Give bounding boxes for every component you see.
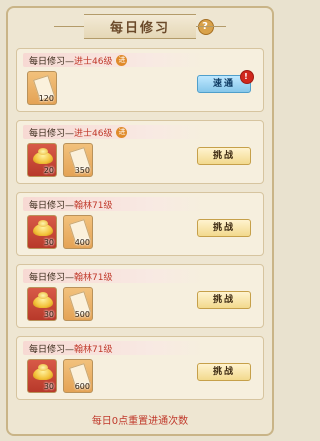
study-card: 每日修习— 进士46级 进 120 速通 !	[16, 48, 264, 112]
card-title: 每日修习—	[29, 200, 75, 211]
reward-item-gold[interactable]: 30	[27, 215, 57, 249]
gold-ingot-icon	[33, 220, 53, 236]
reward-item-gold[interactable]: 30	[27, 287, 57, 321]
study-card: 每日修习— 翰林71级 30 400 挑战	[16, 192, 264, 256]
sweep-button-label: 速通	[212, 79, 235, 89]
card-level: 进士46级	[74, 128, 113, 139]
rank-icon: 进	[116, 126, 128, 138]
reward-item-paper[interactable]: 120	[27, 71, 57, 105]
sweep-button[interactable]: 速通 !	[197, 70, 254, 93]
panel-title-wrap: 每日修习 ?	[8, 13, 272, 39]
challenge-button[interactable]: 挑战	[197, 291, 251, 309]
panel-title-banner: 每日修习 ?	[53, 13, 227, 39]
reward-count: 30	[43, 238, 54, 247]
challenge-button[interactable]: 挑战	[197, 147, 251, 165]
study-card: 每日修习— 翰林71级 30 600 挑战	[16, 336, 264, 400]
gold-ingot-icon	[33, 148, 53, 164]
study-list[interactable]: 每日修习— 进士46级 进 120 速通 ! 每日修习— 进士46级 进 20 …	[16, 48, 264, 408]
card-level: 翰林71级	[74, 272, 113, 283]
reward-count: 20	[43, 166, 54, 175]
card-level: 翰林71级	[74, 344, 113, 355]
card-title: 每日修习—	[29, 56, 75, 67]
card-level: 进士46级	[74, 56, 113, 67]
card-level: 翰林71级	[74, 200, 113, 211]
card-header: 每日修习— 进士46级 进	[23, 125, 203, 139]
panel-title: 每日修习	[109, 20, 170, 36]
reward-count: 500	[74, 310, 90, 319]
reward-items: 120	[27, 71, 57, 105]
reward-count: 30	[43, 310, 54, 319]
reward-count: 30	[43, 382, 54, 391]
card-title: 每日修习—	[29, 272, 75, 283]
reward-item-gold[interactable]: 30	[27, 359, 57, 393]
reward-item-paper[interactable]: 600	[63, 359, 93, 393]
reward-items: 30 400	[27, 215, 93, 249]
reward-item-paper[interactable]: 400	[63, 215, 93, 249]
reward-count: 600	[74, 382, 90, 391]
reward-items: 30 600	[27, 359, 93, 393]
study-card: 每日修习— 翰林71级 30 500 挑战	[16, 264, 264, 328]
reward-item-gold[interactable]: 20	[27, 143, 57, 177]
card-title: 每日修习—	[29, 128, 75, 139]
reward-items: 30 500	[27, 287, 93, 321]
reward-count: 400	[74, 238, 90, 247]
reward-item-paper[interactable]: 500	[63, 287, 93, 321]
help-icon[interactable]: ?	[198, 18, 214, 35]
card-header: 每日修习— 翰林71级	[23, 197, 203, 211]
reward-item-paper[interactable]: 350	[63, 143, 93, 177]
study-card: 每日修习— 进士46级 进 20 350 挑战	[16, 120, 264, 184]
reward-count: 350	[74, 166, 90, 175]
challenge-button[interactable]: 挑战	[197, 363, 251, 381]
challenge-button[interactable]: 挑战	[197, 219, 251, 237]
gold-ingot-icon	[33, 292, 53, 308]
card-header: 每日修习— 翰林71级	[23, 341, 203, 355]
alert-badge-icon: !	[240, 70, 254, 84]
gold-ingot-icon	[33, 364, 53, 380]
card-header: 每日修习— 翰林71级	[23, 269, 203, 283]
rank-icon: 进	[116, 54, 128, 66]
daily-study-panel: 每日修习 ? 每日修习— 进士46级 进 120 速通 ! 每日修习— 进士46…	[6, 6, 274, 436]
reward-count: 120	[38, 94, 54, 103]
card-header: 每日修习— 进士46级 进	[23, 53, 203, 67]
reward-items: 20 350	[27, 143, 93, 177]
card-title: 每日修习—	[29, 344, 75, 355]
reset-notice: 每日0点重置进通次数	[91, 416, 189, 427]
